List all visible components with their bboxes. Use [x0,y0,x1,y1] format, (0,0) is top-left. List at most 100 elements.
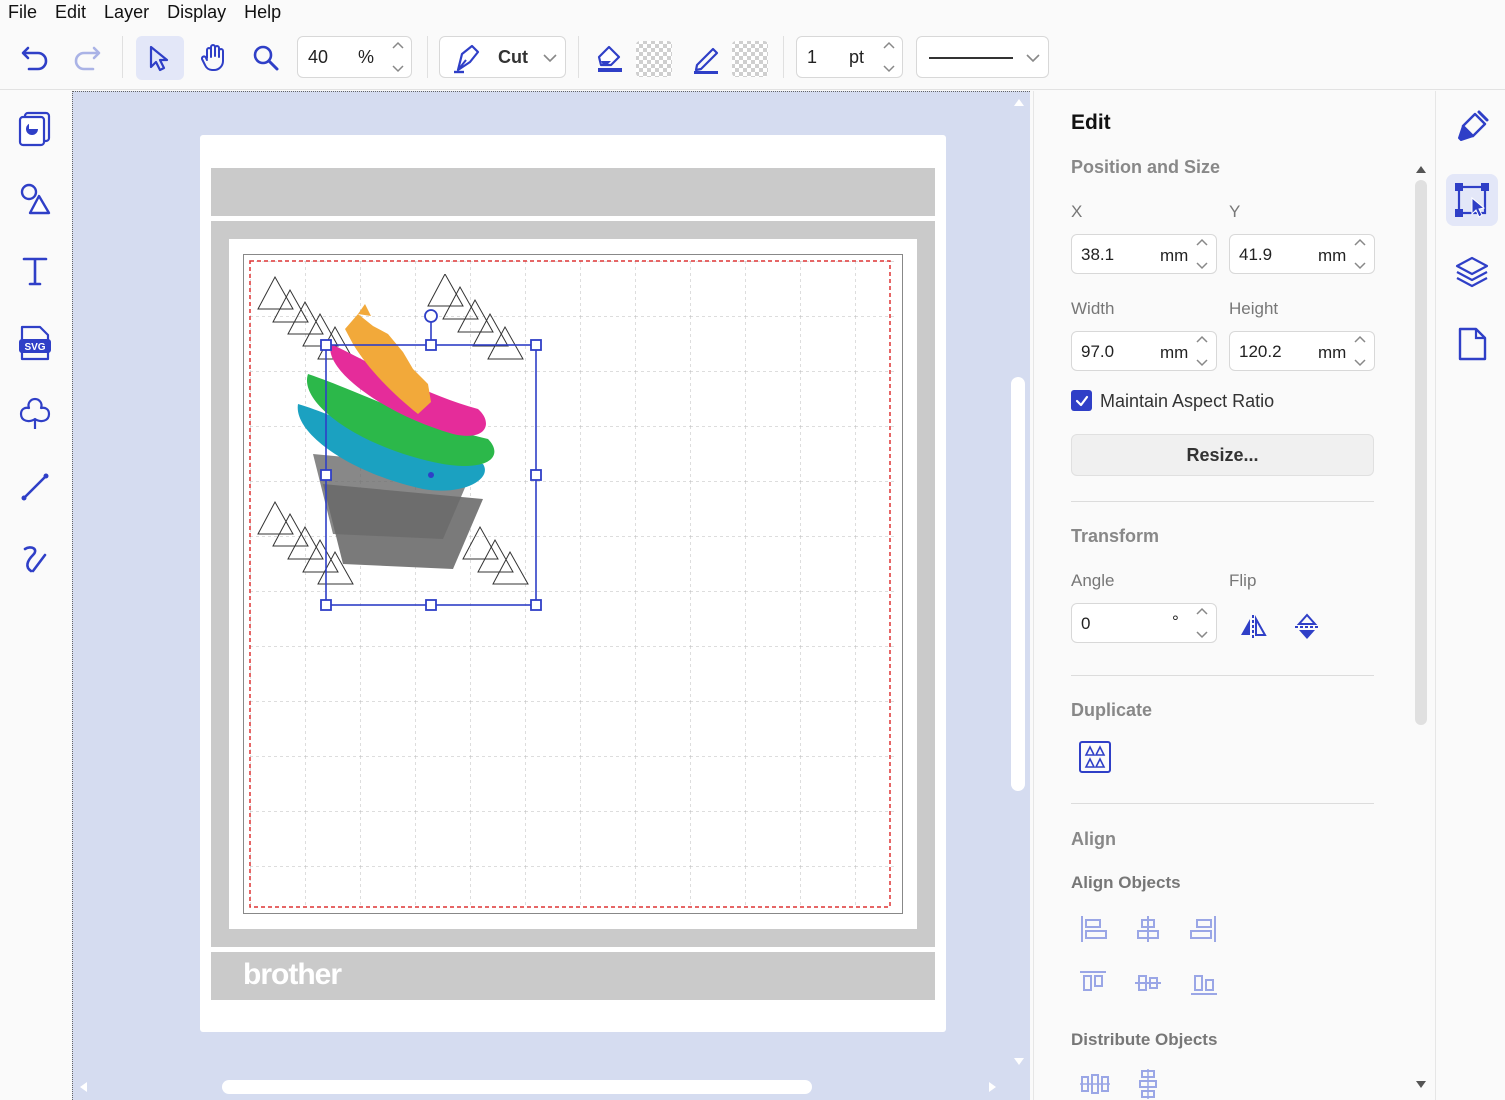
align-left-button[interactable] [1075,911,1111,947]
align-title: Align [1071,829,1116,849]
chevron-down-icon [1196,631,1208,639]
section-divider [1071,803,1374,804]
canvas-vscroll-thumb[interactable] [1011,377,1025,791]
chevron-down-icon [1026,54,1040,63]
page-icon [1458,327,1487,361]
width-field[interactable]: 97.0 mm [1071,331,1217,371]
duplicate-icon [1079,741,1111,773]
width-stepper[interactable] [1194,334,1210,368]
layers-icon [1455,256,1489,288]
y-field[interactable]: 41.9 mm [1229,234,1375,274]
stroke-color-button[interactable] [684,38,728,78]
zoom-tool-button[interactable] [244,38,288,78]
svg-import-button[interactable]: SVG [13,321,57,365]
chevron-up-icon [1354,238,1366,246]
templates-button[interactable] [13,105,57,149]
line-tool-button[interactable] [13,465,57,509]
select-tool-button[interactable] [136,36,184,80]
x-value: 38.1 [1081,245,1115,264]
undo-button[interactable] [16,38,54,76]
magnifier-icon [253,45,279,71]
redo-button[interactable] [68,38,106,76]
align-right-button[interactable] [1186,911,1222,947]
mat-top-strip [211,168,935,216]
flip-horizontal-icon [1241,615,1267,639]
edit-panel: Edit Position and Size X Y 38.1 mm 41.9 … [1033,91,1433,1100]
x-stepper[interactable] [1194,237,1210,271]
menu-file[interactable]: File [0,0,46,24]
canvas-horizontal-scrollbar[interactable] [72,1077,1008,1097]
line-width-value: 1 [807,46,818,67]
shapes-button[interactable] [13,177,57,221]
pattern-button[interactable] [13,393,57,437]
distribute-horizontal-button[interactable] [1077,1067,1113,1099]
scroll-down-icon [1416,1081,1426,1088]
zoom-value: 40 [308,46,329,67]
aspect-ratio-checkbox[interactable] [1071,390,1092,411]
height-stepper[interactable] [1352,334,1368,368]
canvas-hscroll-thumb[interactable] [222,1080,812,1094]
panel-title: Edit [1071,111,1111,134]
duplicate-button[interactable] [1075,737,1115,777]
chevron-down-icon [392,65,404,73]
mat-bottom-strip: brother [211,952,935,1000]
panel-scrollbar[interactable] [1410,160,1432,1095]
line-width-spinbox[interactable]: 1 pt [796,36,903,78]
paint-panel-button[interactable] [1446,101,1498,153]
height-field[interactable]: 120.2 mm [1229,331,1375,371]
distribute-objects-label: Distribute Objects [1071,1030,1218,1049]
scroll-down-icon [1014,1058,1024,1065]
transform-title: Transform [1071,526,1160,546]
align-center-button[interactable] [1130,911,1166,947]
y-label: Y [1229,202,1241,221]
flip-horizontal-button[interactable] [1234,608,1272,646]
y-stepper[interactable] [1352,237,1368,271]
edit-panel-button[interactable] [1446,174,1498,226]
text-button[interactable] [13,249,57,293]
angle-unit: ° [1172,612,1179,631]
transparent-swatch-icon [732,41,768,77]
angle-stepper[interactable] [1194,606,1210,640]
text-icon [22,257,48,286]
distribute-horizontal-icon [1080,1074,1110,1094]
align-bottom-button[interactable] [1186,965,1222,1001]
page-panel-button[interactable] [1446,318,1498,370]
mode-select[interactable]: Cut [439,36,566,78]
panel-scroll-thumb[interactable] [1415,180,1427,725]
paint-brush-icon [1458,110,1489,141]
angle-field[interactable]: 0 ° [1071,603,1217,643]
fill-color-button[interactable] [588,38,632,78]
menu-layer[interactable]: Layer [95,0,158,24]
line-width-stepper[interactable] [882,40,896,74]
freehand-button[interactable] [13,537,57,581]
resize-button[interactable]: Resize... [1071,434,1374,476]
svg-text:SVG: SVG [24,342,45,353]
align-top-button[interactable] [1075,965,1111,1001]
canvas-area[interactable]: brother [72,91,1030,1100]
menu-help[interactable]: Help [235,0,290,24]
stroke-swatch[interactable] [730,40,770,78]
layers-panel-button[interactable] [1446,246,1498,298]
section-divider [1071,675,1374,676]
selection-box[interactable] [318,307,548,617]
distribute-vertical-button[interactable] [1130,1067,1166,1099]
line-style-select[interactable] [916,36,1049,78]
flip-vertical-button[interactable] [1288,608,1326,646]
pen-cut-icon [454,44,480,74]
chevron-up-icon [1354,335,1366,343]
menu-edit[interactable]: Edit [46,0,95,24]
pan-tool-button[interactable] [192,38,236,78]
zoom-stepper[interactable] [391,40,405,74]
align-middle-button[interactable] [1130,965,1166,1001]
chevron-up-icon [392,41,404,49]
fill-swatch[interactable] [634,40,674,78]
left-tool-rail: SVG [0,91,70,1100]
canvas-vertical-scrollbar[interactable] [1008,91,1030,1077]
scroll-up-icon [1014,99,1024,106]
aspect-ratio-label[interactable]: Maintain Aspect Ratio [1100,391,1274,412]
menu-display[interactable]: Display [158,0,235,24]
toolbar-separator [578,36,579,78]
zoom-spinbox[interactable]: 40 % [297,36,412,78]
duplicate-title: Duplicate [1071,700,1153,720]
x-field[interactable]: 38.1 mm [1071,234,1217,274]
